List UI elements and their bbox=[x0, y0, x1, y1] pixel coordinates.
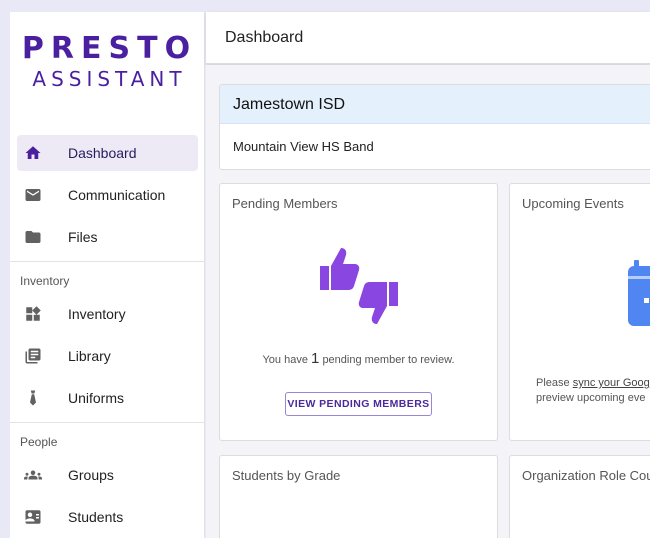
sidebar-item-students[interactable]: Students bbox=[17, 499, 198, 535]
sidebar-item-label: Dashboard bbox=[68, 145, 137, 161]
sidebar-item-communication[interactable]: Communication bbox=[17, 177, 198, 213]
organization-role-counts-card: Organization Role Cou bbox=[509, 455, 650, 538]
logo-line-1: PRESTO bbox=[21, 31, 198, 66]
organization-card: Jamestown ISD Mountain View HS Band bbox=[219, 84, 650, 170]
top-app-bar: Dashboard bbox=[206, 12, 650, 64]
organization-card-header: Jamestown ISD bbox=[220, 85, 650, 124]
page-title: Dashboard bbox=[225, 29, 304, 46]
sidebar-item-label: Communication bbox=[68, 187, 166, 203]
calendar-icon bbox=[620, 258, 650, 333]
library-icon bbox=[24, 347, 42, 365]
widgets-icon bbox=[24, 305, 42, 323]
sidebar-item-files[interactable]: Files bbox=[17, 219, 198, 255]
sidebar-divider bbox=[10, 422, 205, 423]
view-pending-members-button[interactable]: VIEW PENDING MEMBERS bbox=[285, 392, 432, 416]
sidebar-item-uniforms[interactable]: Uniforms bbox=[17, 380, 198, 416]
sidebar-item-label: Inventory bbox=[68, 306, 126, 322]
sidebar: PRESTO ASSISTANT Dashboard Communication… bbox=[10, 12, 205, 538]
sidebar-divider bbox=[10, 261, 205, 262]
students-by-grade-card: Students by Grade bbox=[219, 455, 498, 538]
sidebar-item-library[interactable]: Library bbox=[17, 338, 198, 374]
section-label-people: People bbox=[20, 435, 58, 449]
pending-text-after: pending member to review. bbox=[322, 354, 455, 366]
card-title: Upcoming Events bbox=[522, 196, 624, 211]
events-text-prefix: Please bbox=[536, 377, 570, 389]
sidebar-item-label: Groups bbox=[68, 467, 114, 483]
id-card-icon bbox=[24, 508, 42, 526]
presto-assistant-logo[interactable]: PRESTO ASSISTANT bbox=[10, 32, 205, 92]
mail-icon bbox=[24, 186, 42, 204]
sync-google-calendar-link[interactable]: sync your Goog bbox=[573, 377, 650, 389]
sidebar-item-label: Students bbox=[68, 509, 124, 525]
thumbs-up-down-icon bbox=[318, 246, 400, 331]
tie-icon bbox=[24, 389, 42, 407]
section-label-inventory: Inventory bbox=[20, 274, 70, 288]
pending-text-before: You have bbox=[262, 354, 308, 366]
sidebar-item-label: Library bbox=[68, 348, 111, 364]
district-name: Jamestown ISD bbox=[233, 96, 346, 113]
sidebar-item-groups[interactable]: Groups bbox=[17, 457, 198, 493]
sidebar-item-label: Uniforms bbox=[68, 390, 125, 406]
folder-icon bbox=[24, 228, 42, 246]
groups-icon bbox=[24, 466, 42, 484]
upcoming-events-card: Upcoming Events Please sync your Goog pr… bbox=[509, 183, 650, 441]
pending-members-card: Pending Members You have 1 pending membe… bbox=[219, 183, 498, 441]
sidebar-item-inventory[interactable]: Inventory bbox=[17, 296, 198, 332]
card-title: Pending Members bbox=[232, 196, 338, 211]
sidebar-item-dashboard[interactable]: Dashboard bbox=[17, 135, 198, 171]
events-sync-message: Please sync your Goog preview upcoming e… bbox=[536, 376, 650, 406]
events-text-line2: preview upcoming eve bbox=[536, 392, 646, 404]
card-title: Students by Grade bbox=[232, 468, 341, 483]
card-title: Organization Role Cou bbox=[522, 468, 650, 483]
home-icon bbox=[24, 144, 42, 162]
program-name: Mountain View HS Band bbox=[233, 139, 374, 154]
pending-count: 1 bbox=[311, 350, 320, 367]
pending-members-message: You have 1 pending member to review. bbox=[220, 350, 497, 367]
logo-line-2: ASSISTANT bbox=[32, 67, 187, 91]
sidebar-item-label: Files bbox=[68, 229, 98, 245]
main-content: Jamestown ISD Mountain View HS Band Pend… bbox=[206, 65, 650, 538]
